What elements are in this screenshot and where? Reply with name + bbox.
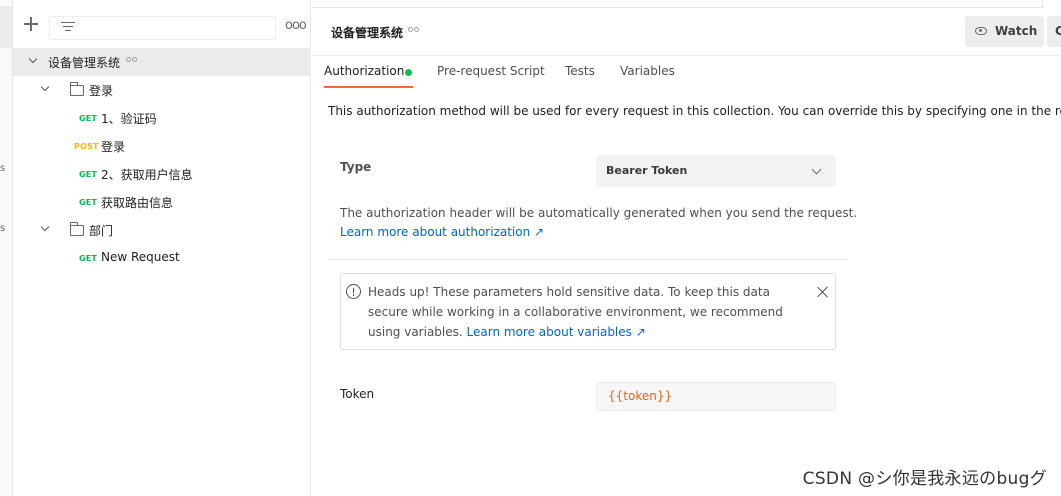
folder-item[interactable]: 登录 bbox=[13, 76, 311, 104]
method-badge: POST bbox=[74, 142, 99, 151]
collection-tree: 设备管理系统 登录 GET 1、验证码 POST 登录 GET 2、获取用户信息… bbox=[13, 48, 311, 272]
sensitive-data-alert: Heads up! These parameters hold sensitiv… bbox=[340, 273, 836, 350]
request-name: 登录 bbox=[101, 140, 126, 154]
type-label: Type bbox=[340, 160, 372, 174]
folder-name: 部门 bbox=[89, 224, 114, 238]
filter-icon[interactable] bbox=[61, 21, 75, 33]
method-badge: GET bbox=[79, 254, 98, 263]
close-icon[interactable] bbox=[817, 286, 829, 298]
chevron-down-icon[interactable] bbox=[41, 225, 49, 233]
watch-button[interactable]: Watch bbox=[965, 16, 1044, 47]
folder-icon bbox=[69, 222, 84, 236]
tab-bar: Authorization Pre-request Script Tests V… bbox=[312, 56, 1061, 88]
auth-type-value: Bearer Token bbox=[606, 164, 688, 177]
method-badge: GET bbox=[79, 198, 98, 207]
request-name: 获取路由信息 bbox=[101, 196, 174, 210]
collection-name: 设备管理系统 bbox=[48, 56, 121, 70]
search-input[interactable] bbox=[49, 16, 276, 40]
rail-selected-item[interactable] bbox=[0, 6, 12, 48]
request-item[interactable]: GET 1、验证码 bbox=[13, 104, 311, 132]
active-tab-indicator bbox=[324, 86, 413, 88]
folder-icon bbox=[69, 82, 84, 96]
fork-button[interactable]: C bbox=[1047, 16, 1061, 47]
more-options-icon[interactable]: ooo bbox=[285, 19, 307, 32]
left-rail: s s bbox=[0, 0, 13, 496]
request-item[interactable]: POST 登录 bbox=[13, 132, 311, 160]
divider bbox=[328, 259, 848, 260]
tab-authorization[interactable]: Authorization bbox=[324, 64, 404, 78]
request-name: New Request bbox=[101, 250, 180, 264]
chevron-down-icon bbox=[811, 164, 822, 175]
sidebar: ooo 设备管理系统 登录 GET 1、验证码 POST 登录 GET 2、获取… bbox=[13, 0, 311, 496]
plus-icon[interactable] bbox=[23, 16, 39, 32]
chevron-down-icon[interactable] bbox=[41, 85, 49, 93]
token-value: {{token}} bbox=[608, 389, 673, 403]
folder-name: 登录 bbox=[89, 84, 114, 98]
folder-item[interactable]: 部门 bbox=[13, 216, 311, 244]
token-label: Token bbox=[340, 387, 375, 401]
learn-more-variables-link[interactable]: Learn more about variables ↗ bbox=[467, 325, 646, 339]
sidebar-toolbar: ooo bbox=[13, 0, 311, 48]
eye-icon bbox=[975, 27, 987, 35]
token-input[interactable]: {{token}} bbox=[596, 382, 836, 411]
rail-label-fragment[interactable]: s bbox=[0, 223, 5, 234]
rail-label-fragment[interactable]: s bbox=[0, 163, 5, 174]
alert-circle-icon bbox=[346, 284, 361, 299]
learn-more-authorization-link[interactable]: Learn more about authorization ↗ bbox=[340, 225, 544, 239]
watch-label: Watch bbox=[995, 24, 1038, 38]
page-title[interactable]: 设备管理系统 bbox=[331, 24, 403, 41]
request-item[interactable]: GET 获取路由信息 bbox=[13, 188, 311, 216]
request-item[interactable]: GET New Request bbox=[13, 244, 311, 272]
tab-pre-request-script[interactable]: Pre-request Script bbox=[437, 64, 545, 78]
method-badge: GET bbox=[79, 170, 98, 179]
chevron-down-icon[interactable] bbox=[29, 57, 37, 65]
alert-text: Heads up! These parameters hold sensitiv… bbox=[368, 282, 798, 342]
collection-panel: 设备管理系统 Watch C Authorization Pre-request… bbox=[312, 0, 1061, 496]
request-name: 2、获取用户信息 bbox=[101, 168, 193, 182]
top-strip bbox=[312, 0, 1043, 8]
tab-tests[interactable]: Tests bbox=[565, 64, 595, 78]
fork-label: C bbox=[1055, 24, 1061, 38]
auth-type-select[interactable]: Bearer Token bbox=[596, 155, 836, 187]
request-name: 1、验证码 bbox=[101, 112, 157, 126]
request-item[interactable]: GET 2、获取用户信息 bbox=[13, 160, 311, 188]
tab-variables[interactable]: Variables bbox=[620, 64, 675, 78]
watermark: CSDN @シ你是我永远のbugグ bbox=[802, 469, 1047, 489]
collection-item[interactable]: 设备管理系统 bbox=[13, 48, 311, 76]
status-dot bbox=[405, 69, 412, 76]
method-badge: GET bbox=[79, 114, 98, 123]
users-icon bbox=[125, 57, 139, 67]
users-icon bbox=[407, 27, 421, 37]
auth-description: This authorization method will be used f… bbox=[328, 104, 1061, 118]
auth-header-note: The authorization header will be automat… bbox=[340, 206, 858, 220]
